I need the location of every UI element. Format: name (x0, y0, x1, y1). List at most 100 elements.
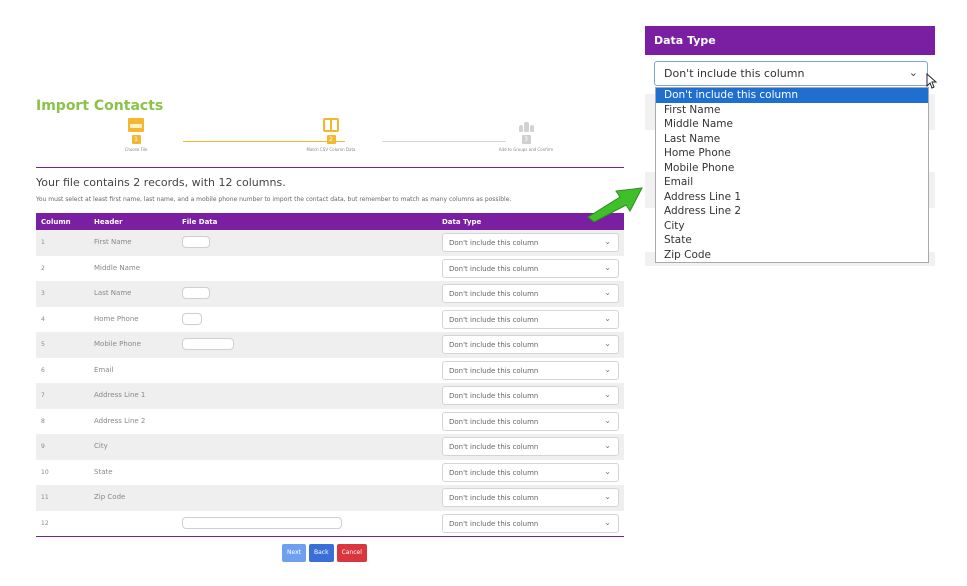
data-type-select[interactable]: Don't include this column ⌄ (442, 335, 619, 354)
dropdown-option[interactable]: Address Line 1 (656, 190, 928, 205)
column-number: 6 (41, 366, 45, 374)
table-body: 1 First Name Don't include this column ⌄ … (36, 230, 624, 536)
select-value: Don't include this column (449, 341, 539, 349)
step-marker: 3 (521, 135, 531, 144)
column-mapping-table: Column Header File Data Data Type 1 Firs… (36, 213, 624, 537)
data-type-select[interactable]: Don't include this column ⌄ (442, 233, 619, 252)
dropdown-option[interactable]: Address Line 2 (656, 204, 928, 219)
select-value: Don't include this column (449, 239, 539, 247)
action-buttons: Next Back Cancel (282, 544, 367, 562)
table-row: 2 Middle Name Don't include this column ⌄ (36, 256, 624, 282)
column-number: 11 (41, 494, 49, 501)
table-row: 7 Address Line 1 Don't include this colu… (36, 383, 624, 409)
import-notice: You must select at least first name, las… (36, 196, 512, 203)
chevron-down-icon: ⌄ (604, 415, 611, 425)
column-number: 4 (41, 315, 45, 323)
select-value: Don't include this column (449, 443, 539, 451)
file-data-field (182, 236, 210, 248)
column-header: Email (94, 365, 114, 374)
chevron-down-icon: ⌄ (604, 517, 611, 527)
header-column: Column (41, 218, 71, 226)
data-type-select[interactable]: Don't include this column ⌄ (442, 284, 619, 303)
step-label: Choose File (124, 147, 148, 152)
dropdown-options: Don't include this column First Name Middl… (655, 87, 929, 263)
column-number: 2 (41, 264, 45, 272)
data-type-select-open[interactable]: Don't include this column ⌄ (654, 61, 928, 86)
data-type-select[interactable]: Don't include this column ⌄ (442, 309, 619, 329)
zoom-header: Data Type (645, 26, 935, 55)
chevron-down-icon: ⌄ (604, 288, 611, 297)
column-number: 8 (41, 417, 45, 425)
step-marker: 1 (131, 135, 141, 144)
back-button[interactable]: Back (308, 544, 334, 562)
wizard-step-match-columns: 2 Match CSV Column Data (271, 118, 391, 152)
column-number: 5 (41, 341, 45, 348)
column-header: City (94, 442, 108, 450)
dropdown-option[interactable]: City (656, 219, 928, 234)
dropdown-option[interactable]: State (656, 233, 928, 248)
dropdown-option[interactable]: Zip Code (656, 248, 928, 263)
dropdown-option[interactable]: Don't include this column (656, 88, 928, 103)
column-header: First Name (94, 238, 132, 246)
step-marker: 2 (326, 135, 336, 144)
column-number: 1 (41, 239, 45, 246)
wizard-step-choose-file: 1 Choose File (76, 118, 196, 152)
select-value: Don't include this column (664, 67, 805, 80)
zoomed-data-type-panel: Data Type Don't include this column ⌄ Do… (645, 26, 937, 266)
file-data-field (182, 312, 202, 325)
file-csv-icon (128, 118, 144, 132)
select-value: Don't include this column (449, 494, 539, 502)
callout-arrow-icon (587, 187, 643, 222)
column-header: Home Phone (94, 314, 139, 323)
table-header: Column Header File Data Data Type (36, 213, 624, 230)
select-value: Don't include this column (449, 315, 539, 324)
header-file-data: File Data (182, 218, 218, 226)
group-icon (518, 118, 534, 132)
chevron-down-icon: ⌄ (604, 390, 611, 399)
data-type-select[interactable]: Don't include this column ⌄ (442, 437, 619, 456)
table-row: 9 City Don't include this column ⌄ (36, 434, 624, 460)
data-type-select[interactable]: Don't include this column ⌄ (442, 386, 619, 405)
column-header: Middle Name (94, 263, 140, 272)
dropdown-option[interactable]: First Name (656, 103, 928, 118)
data-type-select[interactable]: Don't include this column ⌄ (442, 488, 619, 507)
column-header: Last Name (94, 289, 132, 297)
header-data-type: Data Type (442, 218, 482, 226)
table-row: 11 Zip Code Don't include this column ⌄ (36, 485, 624, 511)
select-value: Don't include this column (449, 392, 539, 400)
dropdown-option[interactable]: Middle Name (656, 117, 928, 132)
wizard-step-add-groups: 3 Add to Groups and Confirm (466, 118, 586, 152)
file-data-field (182, 516, 342, 529)
page-title: Import Contacts (36, 98, 164, 114)
select-value: Don't include this column (449, 519, 539, 528)
dropdown-option[interactable]: Email (656, 175, 928, 190)
table-row: 6 Email Don't include this column ⌄ (36, 358, 624, 384)
dropdown-option[interactable]: Mobile Phone (656, 161, 928, 176)
header-header: Header (94, 218, 123, 226)
data-type-select[interactable]: Don't include this column ⌄ (442, 513, 619, 533)
step-label: Match CSV Column Data (306, 147, 356, 152)
column-header: Mobile Phone (94, 340, 141, 348)
table-row: 4 Home Phone Don't include this column ⌄ (36, 307, 624, 333)
column-header: Address Line 1 (94, 391, 146, 399)
data-type-select[interactable]: Don't include this column ⌄ (442, 258, 619, 278)
chevron-down-icon: ⌄ (604, 466, 611, 476)
data-type-select[interactable]: Don't include this column ⌄ (442, 462, 619, 482)
dropdown-option[interactable]: Home Phone (656, 146, 928, 161)
columns-icon (323, 118, 339, 132)
table-row: 3 Last Name Don't include this column ⌄ (36, 281, 624, 307)
chevron-down-icon: ⌄ (604, 313, 611, 323)
column-number: 9 (41, 443, 45, 450)
file-data-field (182, 287, 210, 299)
data-type-select[interactable]: Don't include this column ⌄ (442, 360, 619, 380)
column-header: State (94, 467, 113, 476)
file-summary: Your file contains 2 records, with 12 co… (36, 176, 286, 189)
cancel-button[interactable]: Cancel (336, 544, 367, 562)
next-button[interactable]: Next (282, 544, 306, 562)
table-row: 10 State Don't include this column ⌄ (36, 460, 624, 486)
chevron-down-icon: ⌄ (604, 441, 611, 450)
column-number: 12 (41, 519, 49, 527)
data-type-select[interactable]: Don't include this column ⌄ (442, 411, 619, 431)
dropdown-option[interactable]: Last Name (656, 132, 928, 147)
chevron-down-icon: ⌄ (604, 237, 611, 246)
